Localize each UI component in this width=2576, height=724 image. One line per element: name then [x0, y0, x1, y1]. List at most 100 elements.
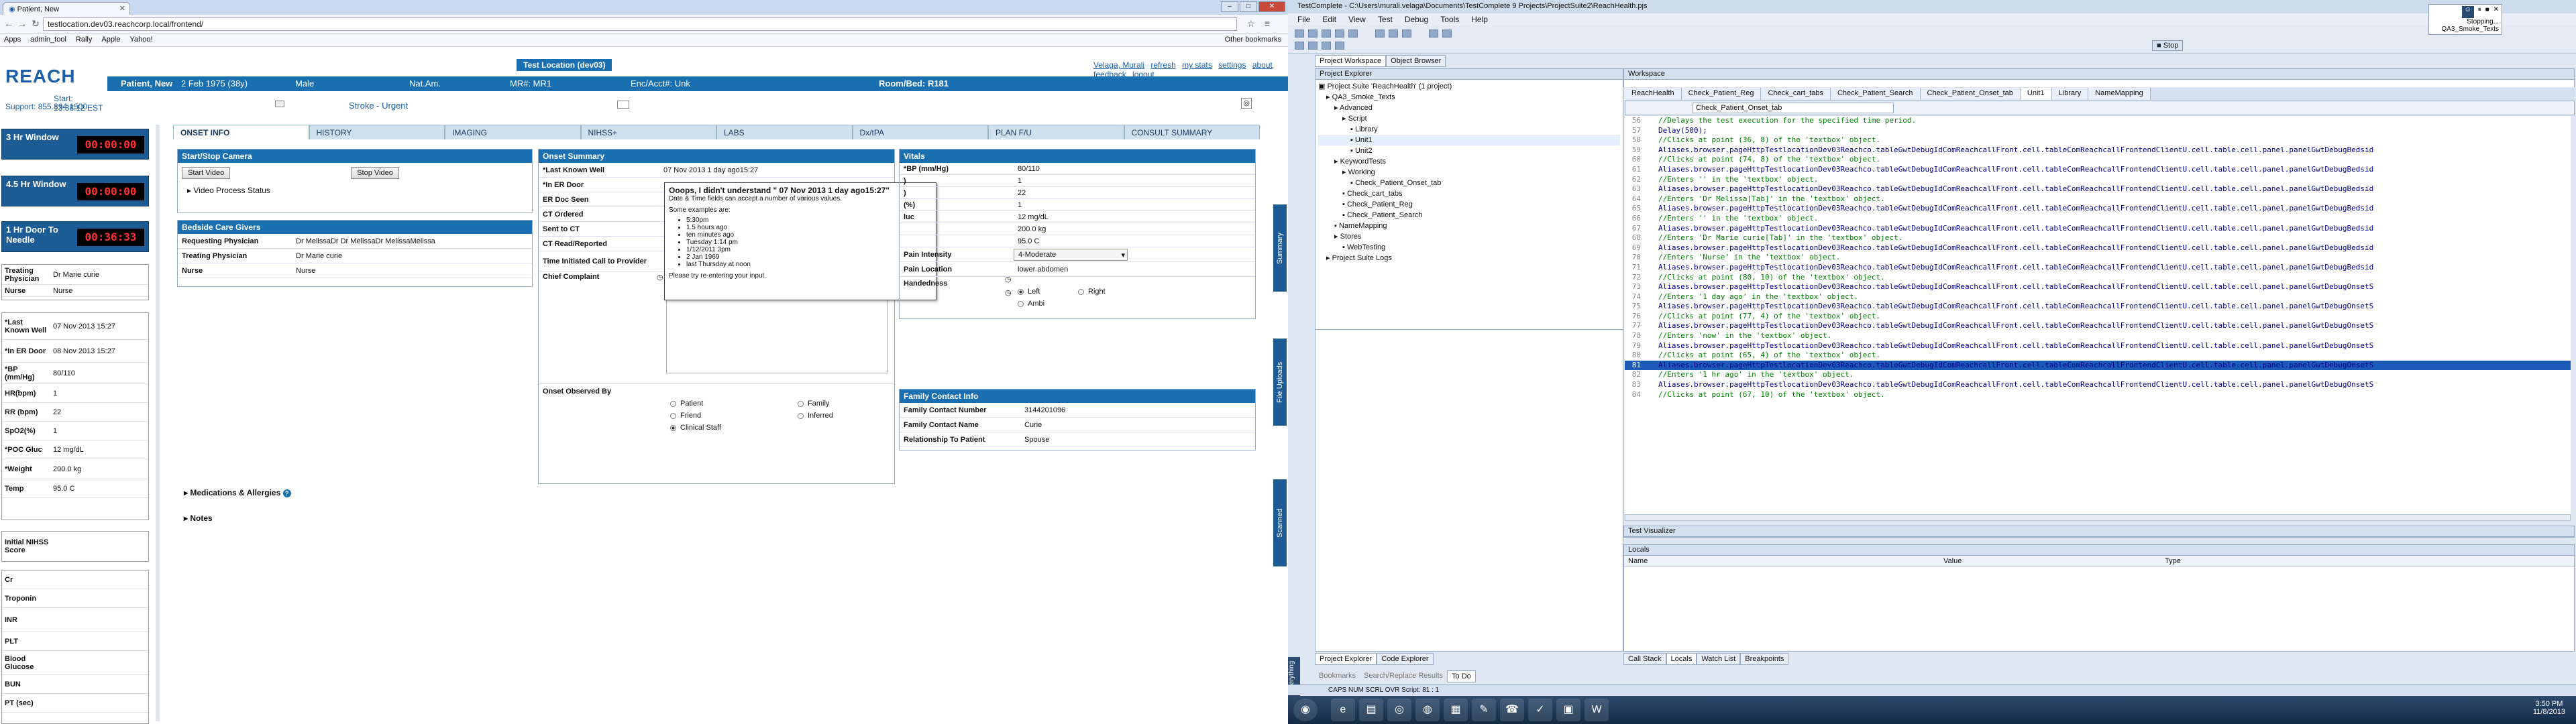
back-icon[interactable]: ← — [3, 18, 15, 30]
doctab-check-patient-reg[interactable]: Check_Patient_Reg — [1681, 88, 1762, 100]
tree-item[interactable]: ▪ Unit2 — [1318, 145, 1620, 156]
code-line[interactable]: 77 Aliases.browser.pageHttpTestlocationDe… — [1625, 321, 2571, 331]
col-value[interactable]: Value — [1939, 556, 2161, 566]
requesting-physician-input[interactable]: Dr MelissaDr Dr MelissaDr MelissaMelissa — [292, 236, 532, 247]
code-line[interactable]: 68 //Enters 'Dr Marie curie[Tab]' in the … — [1625, 233, 2571, 243]
col-name[interactable]: Name — [1624, 556, 1939, 566]
word-icon[interactable]: W — [1585, 699, 1609, 721]
code-line[interactable]: 61 Aliases.browser.pageHttpTestlocationDe… — [1625, 165, 2571, 175]
doctab-check-cart-tabs[interactable]: Check_cart_tabs — [1761, 88, 1831, 100]
code-line[interactable]: 66 //Enters '' in the 'textbox' object. — [1625, 214, 2571, 224]
menu-edit[interactable]: Edit — [1322, 15, 1336, 24]
redo-icon[interactable] — [1442, 29, 1452, 38]
tab-locals[interactable]: Locals — [1666, 653, 1697, 665]
code-line[interactable]: 73 Aliases.browser.pageHttpTestlocationDe… — [1625, 282, 2571, 292]
treating-physician-input[interactable]: Dr Marie curie — [292, 251, 532, 261]
maximize-icon[interactable]: □ — [1240, 1, 1257, 12]
hr-input[interactable]: 1 — [1014, 176, 1255, 186]
code-line[interactable]: 82 //Enters '1 hr ago' in the 'textbox' o… — [1625, 370, 2571, 380]
sidebar-scrollbar[interactable] — [156, 125, 160, 721]
bookmark-apple[interactable]: Apple — [101, 36, 120, 44]
nurse-input[interactable]: Nurse — [292, 265, 532, 276]
bp-input[interactable]: 80/110 — [1014, 164, 1255, 174]
pause-icon[interactable]: ⏸ — [2478, 6, 2481, 18]
tab-watch-list[interactable]: Watch List — [1697, 653, 1741, 665]
start-video-button[interactable]: Start Video — [182, 167, 231, 179]
tab-to-do[interactable]: To Do — [1447, 670, 1476, 682]
tab-labs[interactable]: LABS — [716, 125, 853, 139]
record-icon[interactable] — [1348, 29, 1358, 38]
code-line[interactable]: 74 //Enters '1 day ago' in the 'textbox' … — [1625, 292, 2571, 302]
tree-item[interactable]: ▪ Library — [1318, 124, 1620, 135]
weight-input[interactable]: 200.0 kg — [1014, 224, 1255, 235]
refresh-link[interactable]: refresh — [1150, 60, 1175, 70]
undo-icon[interactable] — [1429, 29, 1438, 38]
code-line[interactable]: 62 //Enters '' in the 'textbox' object. — [1625, 175, 2571, 185]
close-window-icon[interactable]: ✕ — [1258, 1, 1285, 12]
expand-icon[interactable]: ▸ — [187, 186, 193, 195]
open-icon[interactable] — [1308, 29, 1318, 38]
code-line[interactable]: 78 //Enters 'now' in the 'textbox' object… — [1625, 331, 2571, 341]
comment-icon[interactable] — [1322, 42, 1331, 50]
code-line[interactable]: 56 //Delays the test execution for the sp… — [1625, 116, 2571, 126]
doctab-namemapping[interactable]: NameMapping — [2088, 88, 2151, 100]
menu-view[interactable]: View — [1348, 15, 1366, 24]
firefox-icon[interactable]: ◍ — [1415, 699, 1440, 721]
code-line[interactable]: 70 //Enters 'Nurse' in the 'textbox' obje… — [1625, 253, 2571, 263]
bookmark-apps[interactable]: Apps — [4, 36, 21, 44]
code-line[interactable]: 76 //Clicks at point (77, 4) of the 'text… — [1625, 312, 2571, 322]
code-line[interactable]: 75 Aliases.browser.pageHttpTestlocationDe… — [1625, 302, 2571, 312]
tab-search-results[interactable]: Search/Replace Results — [1360, 670, 1447, 682]
tree-item[interactable]: ▸ Project Suite Logs — [1318, 253, 1620, 263]
tool-icon[interactable]: ✎ — [1472, 699, 1496, 721]
tree-item[interactable]: ▸ KeywordTests — [1318, 156, 1620, 167]
observed-friend-radio[interactable]: Friend — [670, 412, 798, 420]
tree-item[interactable]: ▸ Advanced — [1318, 103, 1620, 113]
new-icon[interactable] — [1295, 29, 1304, 38]
routine-select[interactable]: Check_Patient_Onset_tab — [1693, 103, 1894, 113]
code-line[interactable]: 63 Aliases.browser.pageHttpTestlocationDe… — [1625, 184, 2571, 194]
tree-item[interactable]: ▸ Script — [1318, 113, 1620, 124]
code-line[interactable]: 81 Aliases.browser.pageHttpTestlocationDe… — [1625, 360, 2571, 371]
monitor-icon[interactable]: ▣ — [1556, 699, 1580, 721]
explorer-icon[interactable]: ▤ — [1359, 699, 1383, 721]
camera-icon[interactable]: ◎ — [1241, 98, 1252, 109]
outdent-icon[interactable] — [1308, 42, 1318, 50]
tab-project-explorer[interactable]: Project Explorer — [1315, 653, 1377, 665]
tree-item[interactable]: ▪ Check_Patient_Onset_tab — [1318, 178, 1620, 188]
vtab-file-uploads[interactable]: File Uploads — [1273, 339, 1287, 426]
menu-tools[interactable]: Tools — [1440, 15, 1459, 24]
code-line[interactable]: 83 Aliases.browser.pageHttpTestlocationDe… — [1625, 380, 2571, 390]
observed-clinical-staff-radio[interactable]: Clinical Staff — [670, 424, 798, 432]
tab-consult-summary[interactable]: CONSULT SUMMARY — [1124, 125, 1260, 139]
status-icon[interactable] — [275, 101, 284, 107]
last-known-well-input[interactable]: 07 Nov 2013 1 day ago15:27 — [659, 165, 894, 176]
code-line[interactable]: 57 Delay(500); — [1625, 126, 2571, 136]
bookmark-yahoo[interactable]: Yahoo! — [130, 36, 153, 44]
copy-icon[interactable] — [1389, 29, 1398, 38]
testcomplete-icon[interactable]: ✓ — [1528, 699, 1552, 721]
paste-icon[interactable] — [1402, 29, 1411, 38]
code-line[interactable]: 65 Aliases.browser.pageHttpTestlocationDe… — [1625, 204, 2571, 214]
tab-history[interactable]: HISTORY — [309, 125, 445, 139]
tab-breakpoints[interactable]: Breakpoints — [1740, 653, 1789, 665]
code-line[interactable]: 71 Aliases.browser.pageHttpTestlocationDe… — [1625, 263, 2571, 273]
about-link[interactable]: about — [1252, 60, 1273, 70]
tree-item[interactable]: ▣ Project Suite 'ReachHealth' (1 project… — [1318, 81, 1620, 92]
code-line[interactable]: 58 //Clicks at point (36, 8) of the 'text… — [1625, 135, 2571, 145]
tab-project-workspace[interactable]: Project Workspace — [1315, 55, 1387, 67]
code-editor[interactable]: 56 //Delays the test execution for the sp… — [1625, 116, 2571, 514]
family-number-input[interactable]: 3144201096 — [1020, 405, 1255, 416]
tab-dx-tpa[interactable]: Dx/tPA — [852, 125, 988, 139]
browser-tab[interactable]: ◉ Patient, New ✕ — [3, 2, 130, 15]
menu-test[interactable]: Test — [1378, 15, 1393, 24]
minimize-icon[interactable]: – — [1221, 1, 1238, 12]
chat-icon[interactable]: ☎ — [1500, 699, 1524, 721]
tab-imaging[interactable]: IMAGING — [445, 125, 581, 139]
doctab-reachhealth[interactable]: ReachHealth — [1625, 88, 1682, 100]
tab-nihss[interactable]: NIHSS+ — [580, 125, 716, 139]
tree-item[interactable]: ▸ QA3_Smoke_Texts — [1318, 92, 1620, 103]
notes-row[interactable]: ▸ Notes — [184, 514, 213, 523]
rr-input[interactable]: 22 — [1014, 188, 1255, 198]
hand-right-radio[interactable]: Right — [1078, 288, 1138, 296]
